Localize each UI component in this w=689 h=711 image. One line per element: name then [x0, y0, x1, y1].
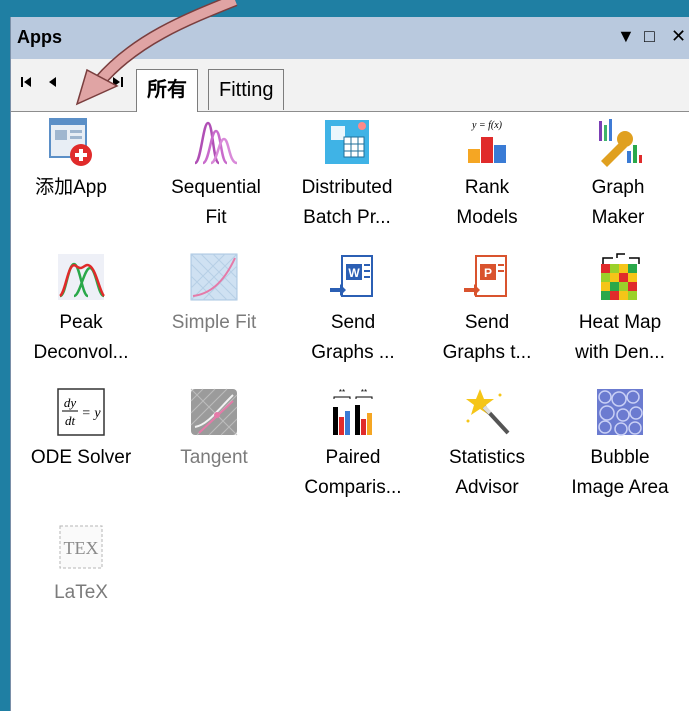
app-label: LaTeX [54, 582, 108, 603]
sequential-fit-icon [191, 117, 241, 167]
app-label: Statistics [448, 447, 526, 468]
app-label: Heat Map [578, 312, 662, 333]
app-label: Rank [464, 177, 510, 198]
svg-text:**: ** [339, 388, 345, 397]
app-simple-fit[interactable]: Simple Fit [154, 252, 274, 338]
app-label: Peak [59, 312, 103, 333]
svg-text:TEX: TEX [64, 538, 99, 558]
heat-map-icon [595, 252, 645, 302]
maximize-button[interactable]: □ [644, 26, 655, 47]
app-label: Image Area [571, 477, 669, 498]
rank-models-formula: y = f(x) [471, 120, 503, 131]
app-label: Graphs ... [311, 342, 395, 363]
app-label: ODE Solver [30, 447, 132, 468]
app-label: Models [456, 207, 518, 228]
tab-all[interactable]: 所有 [136, 69, 198, 112]
app-statistics-advisor[interactable]: Statistics Advisor [427, 387, 547, 503]
app-label: Batch Pr... [303, 207, 391, 228]
app-send-graphs-word[interactable]: W Send Graphs ... [293, 252, 413, 368]
app-label: Graph [591, 177, 645, 198]
app-label: Distributed [301, 177, 393, 198]
send-graphs-ppt-icon: P [462, 252, 512, 302]
app-send-graphs-ppt[interactable]: P Send Graphs t... [427, 252, 547, 368]
rank-models-icon: y = f(x) [462, 117, 512, 167]
app-label: Sequential [171, 177, 261, 198]
panel-menu-button[interactable]: ▼ [617, 26, 635, 47]
apps-panel: Apps ▼ □ ✕ 所有 Fitting 添加App Sequential F… [10, 17, 689, 711]
panel-title: Apps [17, 27, 62, 47]
app-label: Tangent [180, 447, 248, 468]
add-app-icon [46, 117, 96, 167]
peak-deconvolution-icon [56, 252, 106, 302]
first-tab-icon[interactable] [19, 75, 33, 89]
paired-comparison-icon: ** ** [328, 387, 378, 437]
app-rank-models[interactable]: y = f(x) Rank Models [427, 117, 547, 233]
tab-bar: 所有 Fitting [11, 59, 689, 112]
bubble-image-icon [595, 387, 645, 437]
app-sequential-fit[interactable]: Sequential Fit [156, 117, 276, 233]
app-label: Comparis... [304, 477, 402, 498]
distributed-batch-icon [322, 117, 372, 167]
svg-text:dt: dt [65, 413, 76, 428]
app-label: Advisor [455, 477, 519, 498]
app-paired-comparison[interactable]: ** ** Paired Comparis... [293, 387, 413, 503]
close-button[interactable]: ✕ [671, 26, 686, 47]
panel-titlebar: Apps ▼ □ ✕ [11, 17, 689, 59]
app-tangent[interactable]: Tangent [154, 387, 274, 473]
app-peak-deconvolution[interactable]: Peak Deconvol... [21, 252, 141, 368]
app-label: Send [464, 312, 510, 333]
app-heat-map[interactable]: Heat Map with Den... [560, 252, 680, 368]
ode-solver-icon: dy dt = y [56, 387, 106, 437]
app-label: Simple Fit [171, 312, 257, 333]
svg-text:**: ** [361, 388, 367, 397]
app-label: 添加App [35, 177, 107, 198]
app-label: Send [330, 312, 376, 333]
svg-text:W: W [348, 266, 360, 280]
app-label: Bubble [590, 447, 650, 468]
app-add[interactable]: 添加App [11, 117, 131, 203]
svg-text:= y: = y [81, 406, 101, 421]
app-ode-solver[interactable]: dy dt = y ODE Solver [21, 387, 141, 473]
svg-text:dy: dy [64, 395, 77, 410]
app-bubble-image-area[interactable]: Bubble Image Area [560, 387, 680, 503]
app-label: Maker [591, 207, 645, 228]
app-distributed-batch[interactable]: Distributed Batch Pr... [287, 117, 407, 233]
app-label: Paired [325, 447, 381, 468]
prev-tab-icon[interactable] [46, 75, 60, 89]
graph-maker-icon [593, 117, 643, 167]
tab-fitting[interactable]: Fitting [208, 69, 285, 110]
last-tab-icon[interactable] [111, 75, 125, 89]
app-label: Deconvol... [33, 342, 129, 363]
send-graphs-word-icon: W [328, 252, 378, 302]
app-latex[interactable]: TEX LaTeX [21, 522, 141, 608]
app-label: Fit [205, 207, 227, 228]
simple-fit-icon [189, 252, 239, 302]
app-label: with Den... [575, 342, 665, 363]
app-label: Graphs t... [442, 342, 532, 363]
app-graph-maker[interactable]: Graph Maker [558, 117, 678, 233]
svg-text:P: P [484, 266, 492, 280]
statistics-advisor-icon [462, 387, 512, 437]
latex-icon: TEX [56, 522, 106, 572]
tangent-icon [189, 387, 239, 437]
